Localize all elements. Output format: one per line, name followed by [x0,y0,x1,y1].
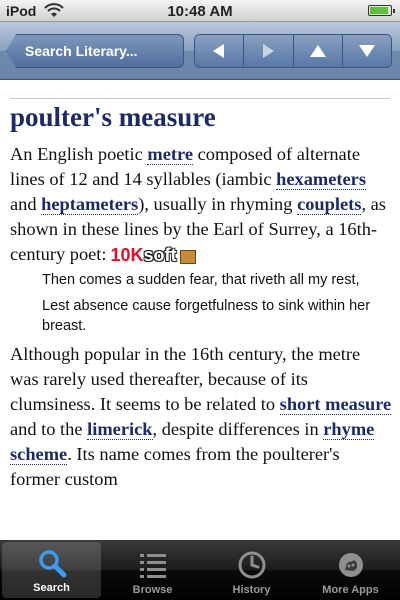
tab-label: Search [33,582,70,594]
entry-paragraph-2: Although popular in the 16th century, th… [10,342,392,492]
tab-browse[interactable]: Browse [103,540,202,600]
next-entry-button[interactable] [244,35,294,67]
quote-line: Lest absence cause forgetfulness to sink… [42,298,371,335]
text-run: , despite differences in [152,419,324,440]
watermark-text: soft [143,245,177,266]
navigation-bar: Search Literary... [0,22,400,80]
top-divider [10,98,390,99]
link-couplets[interactable]: couplets [297,194,362,215]
entry-title: poulter's measure [10,102,216,132]
forward-arrow-icon [263,44,275,58]
tab-history[interactable]: History [202,540,301,600]
search-back-button[interactable]: Search Literary... [6,34,184,68]
tab-search[interactable]: Search [2,542,101,598]
link-short-measure[interactable]: short measure [279,394,392,416]
scroll-up-button[interactable] [293,35,343,67]
text-run: ), usually in rhyming [138,194,298,214]
text-run: and [10,194,42,214]
watermark-logo: 10Ksoft [111,243,196,268]
quote-line: Then comes a sudden fear, that riveth al… [42,272,360,289]
history-clock-icon [238,551,265,579]
link-metre[interactable]: metre [147,144,194,165]
text-run: and to the [10,419,88,440]
link-heptameters[interactable]: heptameters [41,194,139,215]
down-arrow-icon [358,45,375,57]
scroll-down-button[interactable] [342,35,391,67]
entry-content[interactable]: poulter's measure An English poetic metr… [0,80,400,540]
link-limerick[interactable]: limerick [87,419,153,441]
clock-time: 10:48 AM [167,3,233,20]
link-hexameters[interactable]: hexameters [276,169,366,190]
previous-entry-button[interactable] [195,35,245,67]
tab-label: More Apps [322,584,379,596]
box-icon [179,250,196,265]
browse-list-icon [139,554,166,578]
up-arrow-icon [309,45,326,57]
poem-quote: Then comes a sudden fear, that riveth al… [42,268,392,336]
tab-bar: Search Browse History More Apps [0,540,400,600]
back-arrow-icon [213,44,225,58]
tab-label: History [232,584,271,596]
watermark-text: 10K [110,245,144,266]
status-bar: iPod 10:48 AM [0,0,400,22]
tab-more-apps[interactable]: More Apps [301,540,400,600]
tab-label: Browse [132,584,173,596]
more-apps-icon [338,553,363,577]
entry-paragraph-1: An English poetic metre composed of alte… [10,142,392,268]
entry-navigation-controls [194,34,392,68]
battery-icon [368,5,395,16]
search-icon [38,550,66,578]
text-run: An English poetic [10,144,148,164]
entry-body: An English poetic metre composed of alte… [10,142,392,492]
